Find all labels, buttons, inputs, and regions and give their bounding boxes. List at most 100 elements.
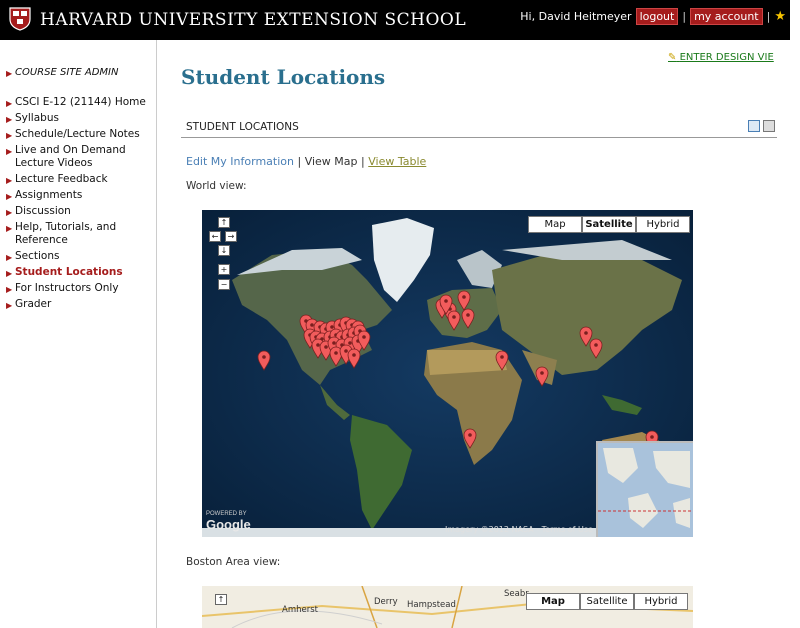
page-title: Student Locations (181, 65, 386, 89)
student-location-marker[interactable] (463, 428, 477, 449)
edit-my-information-link[interactable]: Edit My Information (186, 155, 294, 168)
map-type-control: Map Satellite Hybrid (526, 593, 688, 610)
expand-icon[interactable] (748, 120, 760, 132)
sidebar-item-label: For Instructors Only (15, 282, 119, 294)
world-map[interactable]: Map Satellite Hybrid ↑ ← → ↓ + − POWERED… (202, 210, 693, 537)
sidebar-item-course-site-admin[interactable]: ▶ COURSE SITE ADMIN (0, 66, 156, 79)
student-location-marker[interactable] (589, 338, 603, 359)
town-label: Amherst (282, 605, 318, 615)
triangle-right-icon: ▶ (6, 224, 13, 233)
sidebar-item-label: Lecture Feedback (15, 173, 108, 185)
sidebar-item-instructors[interactable]: ▶ For Instructors Only (0, 282, 156, 295)
town-label: Hampstead (407, 600, 456, 610)
pan-right-button[interactable]: → (225, 231, 237, 242)
sidebar-item-sections[interactable]: ▶ Sections (0, 250, 156, 263)
separator: | (682, 10, 687, 23)
sidebar-item-home[interactable]: ▶ CSCI E-12 (21144) Home (0, 96, 156, 109)
my-account-button[interactable]: my account (690, 8, 763, 25)
google-logo-text: Google (206, 517, 251, 532)
triangle-right-icon: ▶ (6, 147, 13, 156)
sidebar-item-lecture-feedback[interactable]: ▶ Lecture Feedback (0, 173, 156, 186)
sidebar-item-lecture-videos[interactable]: ▶ Live and On Demand Lecture Videos (0, 144, 156, 170)
sidebar-item-label: Student Locations (15, 266, 123, 278)
triangle-right-icon: ▶ (6, 208, 13, 217)
sidebar-item-label: Help, Tutorials, and Reference (15, 221, 117, 246)
boston-view-label: Boston Area view: (186, 556, 281, 568)
zoom-out-button[interactable]: − (218, 279, 230, 290)
map-type-hybrid-button[interactable]: Hybrid (634, 593, 688, 610)
sidebar-item-label: Assignments (15, 189, 83, 201)
overview-map[interactable] (596, 441, 693, 537)
map-type-map-button[interactable]: Map (528, 216, 582, 233)
triangle-right-icon: ▶ (6, 69, 13, 78)
sidebar-item-label: Syllabus (15, 112, 59, 124)
sidebar-item-label: CSCI E-12 (21144) Home (15, 96, 146, 108)
logout-button[interactable]: logout (635, 8, 679, 25)
student-location-marker[interactable] (457, 290, 471, 311)
student-location-marker[interactable] (347, 348, 361, 369)
harvard-shield-icon (9, 7, 31, 31)
map-type-hybrid-button[interactable]: Hybrid (636, 216, 690, 233)
site-header: HARVARD UNIVERSITY EXTENSION SCHOOL Hi, … (0, 0, 790, 40)
student-location-marker[interactable] (535, 366, 549, 387)
section-header: STUDENT LOCATIONS (181, 118, 777, 138)
sidebar-item-help[interactable]: ▶ Help, Tutorials, and Reference (0, 221, 156, 247)
triangle-right-icon: ▶ (6, 253, 13, 262)
view-table-link[interactable]: View Table (368, 155, 426, 168)
sidebar-item-schedule[interactable]: ▶ Schedule/Lecture Notes (0, 128, 156, 141)
section-title: STUDENT LOCATIONS (186, 121, 299, 133)
triangle-right-icon: ▶ (6, 269, 13, 278)
pan-left-button[interactable]: ← (209, 231, 221, 242)
pan-down-button[interactable]: ↓ (218, 245, 230, 256)
sidebar-item-label: Live and On Demand Lecture Videos (15, 144, 126, 169)
triangle-right-icon: ▶ (6, 176, 13, 185)
sidebar: ▶ COURSE SITE ADMIN ▶ CSCI E-12 (21144) … (0, 40, 157, 628)
school-title[interactable]: HARVARD UNIVERSITY EXTENSION SCHOOL (40, 10, 466, 30)
sidebar-item-grader[interactable]: ▶ Grader (0, 298, 156, 311)
map-type-satellite-button[interactable]: Satellite (582, 216, 636, 233)
separator: | (766, 10, 771, 23)
town-label: Derry (374, 597, 398, 607)
triangle-right-icon: ▶ (6, 192, 13, 201)
sidebar-item-label: COURSE SITE ADMIN (15, 67, 119, 78)
sidebar-item-label: Grader (15, 298, 52, 310)
map-type-satellite-button[interactable]: Satellite (580, 593, 634, 610)
triangle-right-icon: ▶ (6, 301, 13, 310)
overview-map-imagery (598, 443, 693, 537)
section-tools (748, 120, 775, 132)
sidebar-item-label: Sections (15, 250, 60, 262)
boston-area-map[interactable]: ↑ Derry Amherst Hampstead Seabr Map Sate… (202, 586, 693, 628)
sidebar-item-label: Schedule/Lecture Notes (15, 128, 140, 140)
world-view-label: World view: (186, 180, 247, 192)
triangle-right-icon: ▶ (6, 285, 13, 294)
map-type-map-button[interactable]: Map (526, 593, 580, 610)
view-map-current: View Map (304, 155, 358, 168)
map-type-control: Map Satellite Hybrid (528, 216, 690, 233)
student-location-marker[interactable] (495, 350, 509, 371)
user-area: Hi, David Heitmeyer logout | my account … (520, 8, 786, 25)
sidebar-item-assignments[interactable]: ▶ Assignments (0, 189, 156, 202)
sidebar-item-discussion[interactable]: ▶ Discussion (0, 205, 156, 218)
sidebar-item-student-locations[interactable]: ▶ Student Locations (0, 266, 156, 279)
student-location-marker[interactable] (461, 308, 475, 329)
view-links: Edit My Information | View Map | View Ta… (186, 155, 426, 168)
print-icon[interactable] (763, 120, 775, 132)
star-icon[interactable]: ★ (774, 9, 786, 24)
triangle-right-icon: ▶ (6, 115, 13, 124)
enter-design-view-link[interactable]: ✎ ENTER DESIGN VIE (668, 52, 774, 63)
google-logo[interactable]: POWERED BY Google (206, 511, 251, 532)
zoom-in-button[interactable]: + (218, 264, 230, 275)
triangle-right-icon: ▶ (6, 99, 13, 108)
triangle-right-icon: ▶ (6, 131, 13, 140)
separator: | (297, 155, 302, 168)
design-link-label: ENTER DESIGN VIE (679, 52, 774, 63)
sidebar-item-label: Discussion (15, 205, 71, 217)
separator: | (361, 155, 365, 168)
student-location-marker[interactable] (257, 350, 271, 371)
imagery-attribution: Imagery ©2012 NASA - Terms of Use (445, 525, 593, 534)
student-location-marker[interactable] (447, 310, 461, 331)
pencil-icon: ✎ (668, 52, 677, 63)
pan-up-button[interactable]: ↑ (215, 594, 227, 605)
pan-up-button[interactable]: ↑ (218, 217, 230, 228)
sidebar-item-syllabus[interactable]: ▶ Syllabus (0, 112, 156, 125)
